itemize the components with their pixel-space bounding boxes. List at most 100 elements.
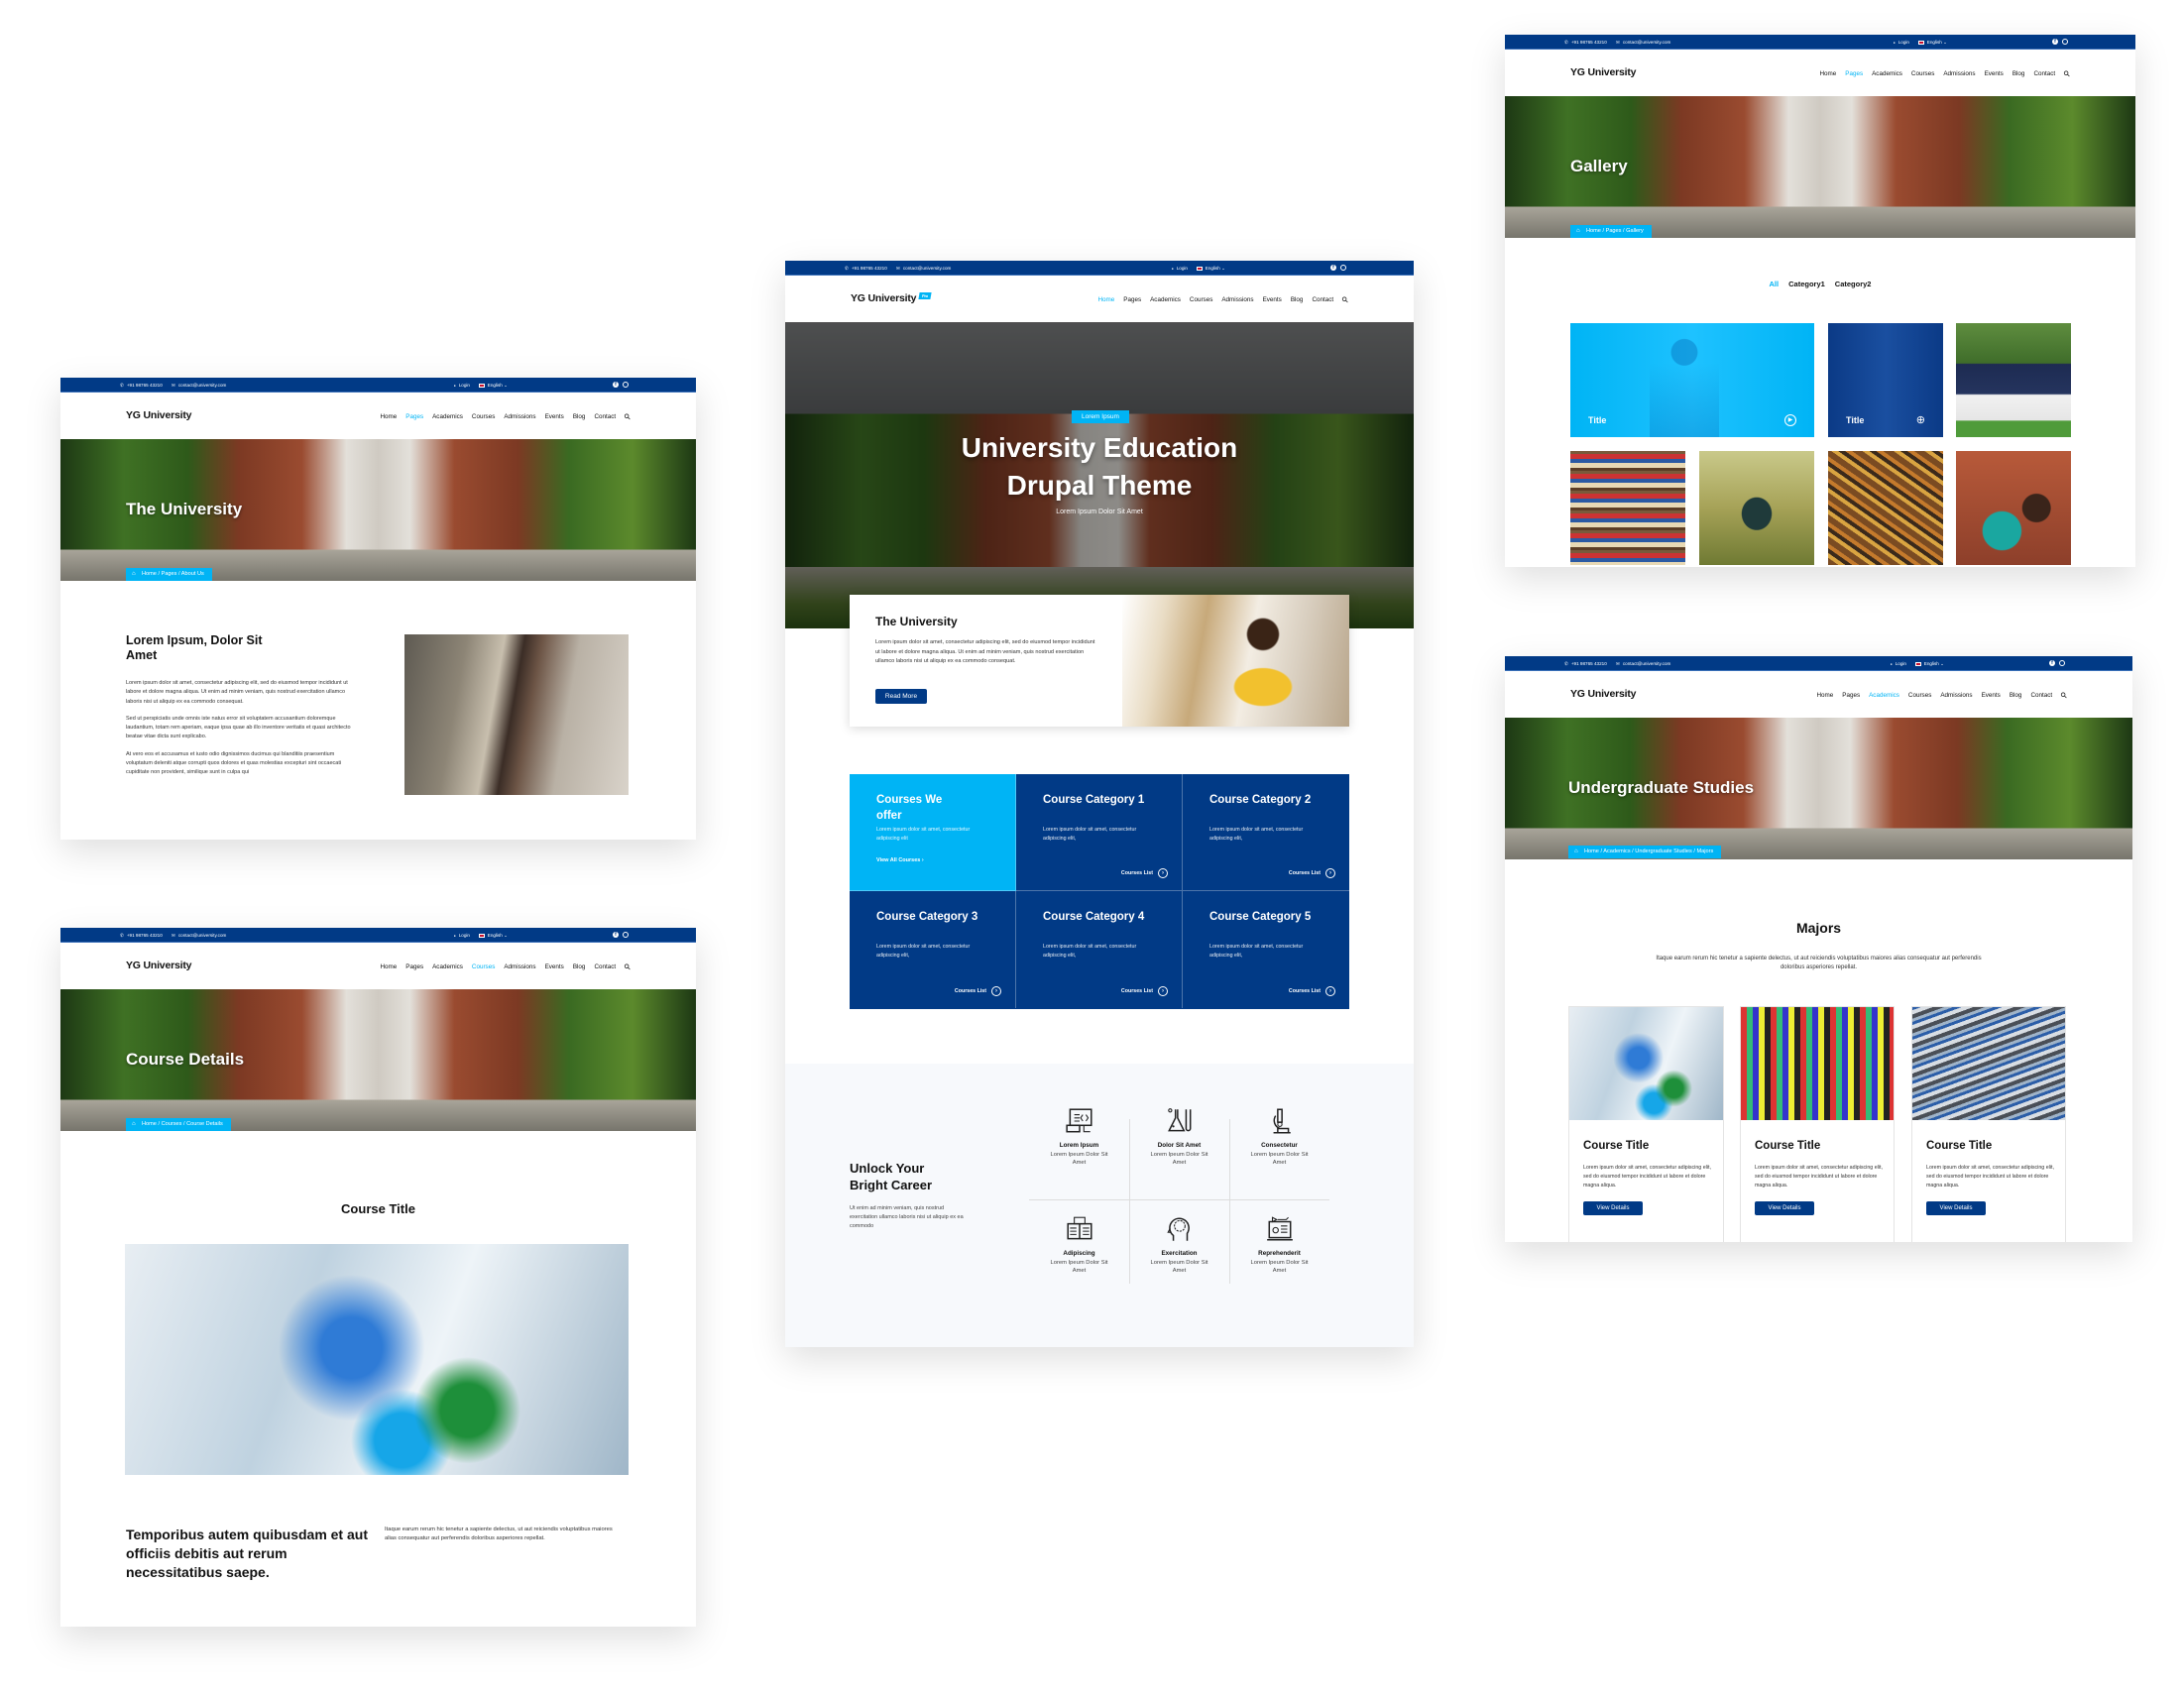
- login-link[interactable]: ● Login: [1172, 266, 1188, 271]
- breadcrumb[interactable]: Home / Pages / Gallery: [1570, 225, 1652, 238]
- gallery-photo-football-team[interactable]: [1956, 323, 2071, 437]
- site-logo[interactable]: YG University: [126, 409, 191, 421]
- facebook-icon[interactable]: f: [613, 932, 619, 938]
- site-logo[interactable]: YG University: [126, 960, 191, 971]
- courses-list-link[interactable]: Courses List ›: [1289, 986, 1335, 996]
- nav-item-academics[interactable]: Academics: [1872, 70, 1902, 77]
- search-icon[interactable]: ⚲: [2059, 690, 2070, 701]
- nav-item-home[interactable]: Home: [380, 413, 397, 420]
- instagram-icon[interactable]: [2059, 660, 2065, 666]
- search-icon[interactable]: ⚲: [623, 411, 633, 422]
- nav-item-courses[interactable]: Courses: [472, 963, 495, 970]
- nav-item-contact[interactable]: Contact: [594, 963, 616, 970]
- email-contact[interactable]: ✉ contact@university.com: [1616, 40, 1670, 46]
- filter-tab-category2[interactable]: Category2: [1835, 280, 1872, 288]
- language-selector[interactable]: English ⌄: [478, 383, 508, 389]
- courses-list-link[interactable]: Courses List ›: [1121, 986, 1168, 996]
- instagram-icon[interactable]: [623, 932, 629, 938]
- phone-contact[interactable]: ✆ +91 98765 43210: [120, 933, 163, 939]
- breadcrumb[interactable]: Home / Courses / Course Details: [126, 1118, 231, 1131]
- nav-item-blog[interactable]: Blog: [2012, 70, 2025, 77]
- site-logo[interactable]: YG University: [1570, 688, 1636, 700]
- facebook-icon[interactable]: f: [2052, 39, 2058, 45]
- nav-item-blog[interactable]: Blog: [1291, 296, 1304, 303]
- view-details-button[interactable]: View Details: [1926, 1201, 1986, 1215]
- nav-item-admissions[interactable]: Admissions: [1943, 70, 1975, 77]
- view-details-button[interactable]: View Details: [1583, 1201, 1643, 1215]
- email-contact[interactable]: ✉ contact@university.com: [896, 266, 951, 272]
- search-icon[interactable]: ⚲: [1340, 294, 1351, 305]
- nav-item-events[interactable]: Events: [1985, 70, 2004, 77]
- view-details-button[interactable]: View Details: [1755, 1201, 1814, 1215]
- nav-item-pages[interactable]: Pages: [1123, 296, 1141, 303]
- nav-item-pages[interactable]: Pages: [1845, 70, 1863, 77]
- nav-item-home[interactable]: Home: [1097, 296, 1114, 303]
- nav-item-contact[interactable]: Contact: [594, 413, 616, 420]
- nav-item-courses[interactable]: Courses: [1908, 692, 1931, 699]
- email-contact[interactable]: ✉ contact@university.com: [1616, 661, 1670, 667]
- courses-list-link[interactable]: Courses List ›: [1121, 868, 1168, 878]
- email-contact[interactable]: ✉ contact@university.com: [172, 383, 226, 389]
- nav-item-courses[interactable]: Courses: [1911, 70, 1934, 77]
- phone-contact[interactable]: ✆ +91 98765 43210: [120, 383, 163, 389]
- gallery-photo-students[interactable]: [1956, 451, 2071, 565]
- nav-item-home[interactable]: Home: [380, 963, 397, 970]
- language-selector[interactable]: English ⌄: [1917, 40, 1947, 46]
- site-logo[interactable]: YG University: [1570, 66, 1636, 78]
- login-link[interactable]: ● Login: [1891, 661, 1906, 666]
- facebook-icon[interactable]: f: [613, 382, 619, 388]
- gallery-tile-video[interactable]: Title ▶: [1570, 323, 1814, 437]
- course-category-tile[interactable]: Course Category 1 Lorem ipsum dolor sit …: [1016, 774, 1183, 891]
- site-logo[interactable]: YG University Pro: [851, 292, 932, 304]
- phone-contact[interactable]: ✆ +91 98765 43210: [1564, 40, 1607, 46]
- nav-item-contact[interactable]: Contact: [2030, 692, 2052, 699]
- nav-item-events[interactable]: Events: [1982, 692, 2001, 699]
- nav-item-academics[interactable]: Academics: [1150, 296, 1181, 303]
- nav-item-courses[interactable]: Courses: [1190, 296, 1212, 303]
- nav-item-blog[interactable]: Blog: [573, 963, 586, 970]
- facebook-icon[interactable]: f: [2049, 660, 2055, 666]
- login-link[interactable]: ● Login: [1894, 40, 1909, 45]
- gallery-photo-field[interactable]: [1699, 451, 1814, 565]
- play-icon[interactable]: ▶: [1784, 412, 1796, 426]
- nav-item-pages[interactable]: Pages: [405, 963, 423, 970]
- courses-list-link[interactable]: Courses List ›: [1289, 868, 1335, 878]
- filter-tab-category1[interactable]: Category1: [1788, 280, 1825, 288]
- nav-item-admissions[interactable]: Admissions: [504, 963, 535, 970]
- nav-item-academics[interactable]: Academics: [1869, 692, 1899, 699]
- breadcrumb[interactable]: Home / Academics / Undergraduate Studies…: [1568, 846, 1722, 858]
- nav-item-home[interactable]: Home: [1819, 70, 1836, 77]
- search-icon[interactable]: ⚲: [623, 962, 633, 972]
- instagram-icon[interactable]: [1340, 265, 1346, 271]
- breadcrumb[interactable]: Home / Pages / About Us: [126, 568, 212, 581]
- nav-item-admissions[interactable]: Admissions: [1940, 692, 1972, 699]
- course-category-tile[interactable]: Course Category 4 Lorem ipsum dolor sit …: [1016, 891, 1183, 1008]
- email-contact[interactable]: ✉ contact@university.com: [172, 933, 226, 939]
- filter-tab-all[interactable]: All: [1770, 280, 1780, 288]
- course-category-tile[interactable]: Course Category 3 Lorem ipsum dolor sit …: [850, 891, 1016, 1008]
- nav-item-academics[interactable]: Academics: [432, 413, 463, 420]
- nav-item-blog[interactable]: Blog: [2010, 692, 2022, 699]
- read-more-button[interactable]: Read More: [875, 689, 927, 704]
- language-selector[interactable]: English ⌄: [478, 933, 508, 939]
- nav-item-courses[interactable]: Courses: [472, 413, 495, 420]
- gallery-photo-dining-hall[interactable]: [1828, 451, 1943, 565]
- nav-item-events[interactable]: Events: [545, 413, 564, 420]
- nav-item-admissions[interactable]: Admissions: [1221, 296, 1253, 303]
- instagram-icon[interactable]: [623, 382, 629, 388]
- login-link[interactable]: ● Login: [454, 933, 470, 938]
- nav-item-academics[interactable]: Academics: [432, 963, 463, 970]
- nav-item-pages[interactable]: Pages: [1842, 692, 1860, 699]
- search-icon[interactable]: ⚲: [2062, 68, 2073, 79]
- gallery-photo-library[interactable]: [1570, 451, 1685, 565]
- nav-item-blog[interactable]: Blog: [573, 413, 586, 420]
- course-category-tile[interactable]: Course Category 2 Lorem ipsum dolor sit …: [1183, 774, 1349, 891]
- phone-contact[interactable]: ✆ +91 98765 43210: [1564, 661, 1607, 667]
- courses-list-link[interactable]: Courses List ›: [955, 986, 1001, 996]
- language-selector[interactable]: English ⌄: [1914, 661, 1944, 667]
- gallery-tile-image[interactable]: Title ⊕: [1828, 323, 1943, 437]
- nav-item-contact[interactable]: Contact: [1312, 296, 1333, 303]
- nav-item-home[interactable]: Home: [1816, 692, 1833, 699]
- zoom-in-icon[interactable]: ⊕: [1916, 413, 1925, 426]
- language-selector[interactable]: English ⌄: [1196, 266, 1225, 272]
